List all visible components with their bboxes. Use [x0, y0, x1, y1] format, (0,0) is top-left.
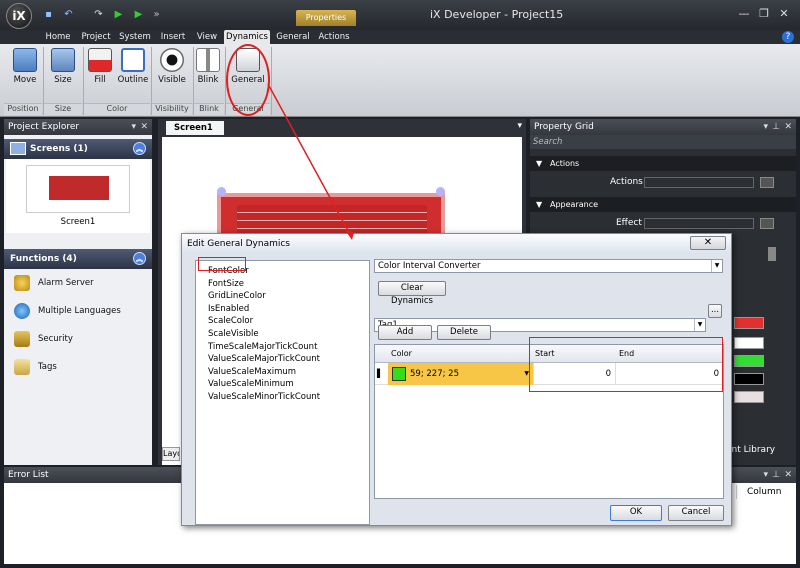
annotation-arrow	[267, 83, 354, 240]
